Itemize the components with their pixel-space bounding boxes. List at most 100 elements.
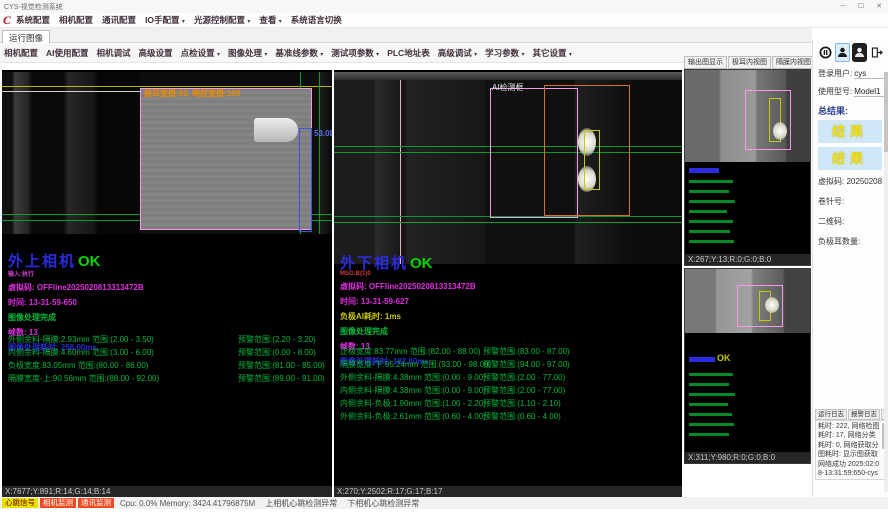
ai-time-line: 负极AI耗时: 1ms [340, 311, 476, 322]
minimize-button[interactable]: ─ [834, 1, 852, 12]
sidebar: 登录用户: cys 使用型号: Model1 总结果: 结果 结果 虚拟码: 2… [812, 40, 888, 498]
toolbar-item[interactable]: 相机配置 [4, 47, 38, 59]
thumb-text-line [689, 190, 729, 193]
log-panel: 运行日志报警日志操作日志 耗时: 222, 网络检图耗时: 17, 网络分类耗时… [815, 409, 886, 480]
toolbar-item[interactable]: 图像处理 ▾ [228, 47, 267, 59]
pause-button[interactable] [818, 43, 833, 62]
middle-measurements: 正极宽度:83.77mm 范围:(82.00 - 88.00)预警范围:(83.… [340, 346, 682, 424]
result-indicator-1: 结果 [818, 120, 882, 143]
log-tab[interactable]: 运行日志 [815, 409, 847, 420]
toolbar-item[interactable]: 测试项参数 ▾ [331, 47, 379, 59]
close-button[interactable]: ✕ [870, 1, 888, 12]
ai-box-label: AI检测框 [492, 82, 524, 93]
operator-button[interactable] [852, 43, 867, 62]
guide-line-pink [400, 80, 401, 264]
exit-button[interactable] [869, 43, 884, 62]
menu-item[interactable]: 系统配置 [16, 14, 50, 26]
measurement-row: 内侧余料-隔膜:4.60mm 范围:(3.00 - 6.00)预警范围:(0.0… [8, 347, 332, 360]
middle-camera-view[interactable]: AI检测框 [334, 72, 682, 264]
measurement-row: 外侧余料-负极:2.61mm 范围:(0.60 - 4.00)预警范围:(0.6… [340, 411, 682, 424]
menu-item[interactable]: 通讯配置 [102, 14, 136, 26]
model-label: 使用型号: [818, 86, 852, 97]
log-text: 耗时: 222, 网络检图耗时: 17, 网络分类耗时: 0, 网络获取分图耗时… [818, 423, 881, 480]
tabstrip: 运行图像 [0, 28, 812, 43]
baseline-yellow [2, 86, 332, 87]
log-tabs: 运行日志报警日志操作日志 [815, 409, 886, 420]
toolbar-item[interactable]: 相机调试 [97, 47, 131, 59]
done-line: 图像处理完成 [8, 312, 144, 323]
thumb-text-line [689, 433, 729, 436]
log-tab[interactable]: 报警日志 [848, 409, 880, 420]
camera-heartbeat-alert: 上相机心跳检测异常 [265, 498, 337, 509]
thumb-text-line [689, 423, 734, 426]
roller-shape [254, 118, 298, 142]
exit-door-icon [870, 46, 883, 59]
tab-glow [765, 297, 779, 313]
user-icon [836, 46, 849, 59]
menubar: C 系统配置 相机配置 通讯配置 IO手配置 ▾光源控制配置 ▾查看 ▾系统语言… [0, 13, 888, 28]
toolbar-item[interactable]: 高级设置 [139, 47, 173, 59]
status-badge: 通讯监测 [78, 498, 114, 508]
edge-line-green [319, 72, 320, 234]
menu-item[interactable]: IO手配置 ▾ [145, 14, 185, 26]
thumbnail-tab[interactable]: 隔膜内视图 [772, 56, 815, 69]
toolbar-item[interactable]: 学习参数 ▾ [485, 47, 524, 59]
sidebar-field: 卷针号: [818, 196, 884, 207]
camera-title: 外下相机 [340, 252, 408, 273]
result-indicator-2: 结果 [818, 147, 882, 170]
barcode-line: 虚拟码: OFFline2025020813313472B [8, 282, 144, 293]
ok-status: OK [78, 253, 101, 270]
thumbnail-view-top[interactable]: X:267;Y:13;R:0;G:0;B:0 [684, 69, 811, 266]
measurement-row: 内侧余料-负极:1.90mm 范围:(1.00 - 2.20)预警范围:(1.1… [340, 398, 682, 411]
measurement-row: 正极宽度:83.77mm 范围:(82.00 - 88.00)预警范围:(83.… [340, 346, 682, 359]
menu-item[interactable]: 光源控制配置 ▾ [194, 14, 250, 26]
thumb-text-line [689, 393, 735, 396]
roi-rect-pink [745, 90, 791, 150]
toolbar-item[interactable]: 基准线参数 ▾ [275, 47, 323, 59]
tab-glow [773, 122, 787, 140]
thumb-coordinate-bar: X:267;Y:13;R:0;G:0;B:0 [685, 254, 810, 265]
model-field: 使用型号: Model1 [818, 86, 884, 97]
toolbar-item[interactable]: AI使用配置 [46, 47, 89, 59]
thumbnail-tab[interactable]: 输出图显示 [684, 56, 727, 69]
thumb-text-line [689, 403, 728, 406]
baseline-white [2, 91, 142, 92]
ok-status: OK [410, 255, 433, 272]
log-body[interactable]: 耗时: 222, 网络检图耗时: 17, 网络分类耗时: 0, 网络获取分图耗时… [815, 420, 886, 480]
thumb-text-line [689, 200, 735, 203]
measure-value-label: 53.08 [314, 129, 332, 138]
middle-camera-panel: AI检测框 外下相机OK MSG:B(1)0 虚拟码: OFFline20250… [334, 70, 682, 497]
sidebar-field: 虚拟码: 20250208 [818, 176, 884, 187]
user-login-button[interactable] [835, 43, 850, 62]
toolbar-item[interactable]: 其它设置 ▾ [533, 47, 572, 59]
thumb-text-line [689, 230, 730, 233]
marker-rect-yellow [584, 130, 600, 190]
login-user-value: cys [854, 69, 884, 79]
statusbar: 心跳信号相机监测通讯监测 Cpu: 0.0% Memory: 3424.4179… [0, 497, 888, 509]
menu-item[interactable]: 系统语言切换 [291, 14, 342, 26]
thumb-coordinate-bar: X:311;Y:980;R:0;G:0;B:0 [685, 452, 810, 463]
thumbnail-column: 输出图显示极耳内视图隔膜内视图 X:267;Y:13;R:0;G:0;B:0 O… [684, 56, 811, 464]
left-camera-panel: 53.08 极耳宽值:93, 响应宽值:100 外上相机OK 输入:执行 虚拟码… [2, 70, 332, 497]
model-value[interactable]: Model1 [854, 87, 884, 97]
left-camera-view[interactable]: 53.08 极耳宽值:93, 响应宽值:100 [2, 72, 332, 234]
measurement-row: 隔膜宽度-上:90.56mm 范围:(88.00 - 92.00)预警范围:(8… [8, 373, 332, 386]
toolbar-item[interactable]: PLC地址表 [387, 47, 430, 59]
sidebar-buttons [818, 43, 884, 62]
measurement-row: 隔膜宽度-下:95.24mm 范围:(93.00 - 98.00)预警范围:(9… [340, 359, 682, 372]
thumbnail-tab[interactable]: 极耳内视图 [728, 56, 771, 69]
maximize-button[interactable]: ☐ [852, 1, 870, 12]
sidebar-scrollbar[interactable] [884, 72, 888, 492]
toolbar-item[interactable]: 高级调试 ▾ [438, 47, 477, 59]
camera-heartbeat-alert: 下相机心跳检测异常 [347, 498, 419, 509]
camera-title: 外上相机 [8, 250, 76, 271]
thumbnail-view-bottom[interactable]: OK X:311;Y:980;R:0;G:0;B:0 [684, 268, 811, 464]
thumb-text-line [689, 240, 734, 243]
toolbar-item[interactable]: 点检设置 ▾ [181, 47, 220, 59]
menu-item[interactable]: 相机配置 [59, 14, 93, 26]
roi-rect-pink [140, 88, 312, 230]
login-user-field: 登录用户: cys [818, 68, 884, 79]
menu-item[interactable]: 查看 ▾ [259, 14, 281, 26]
status-badge: 相机监测 [40, 498, 76, 508]
sidebar-field: 负极耳数量: [818, 236, 884, 247]
